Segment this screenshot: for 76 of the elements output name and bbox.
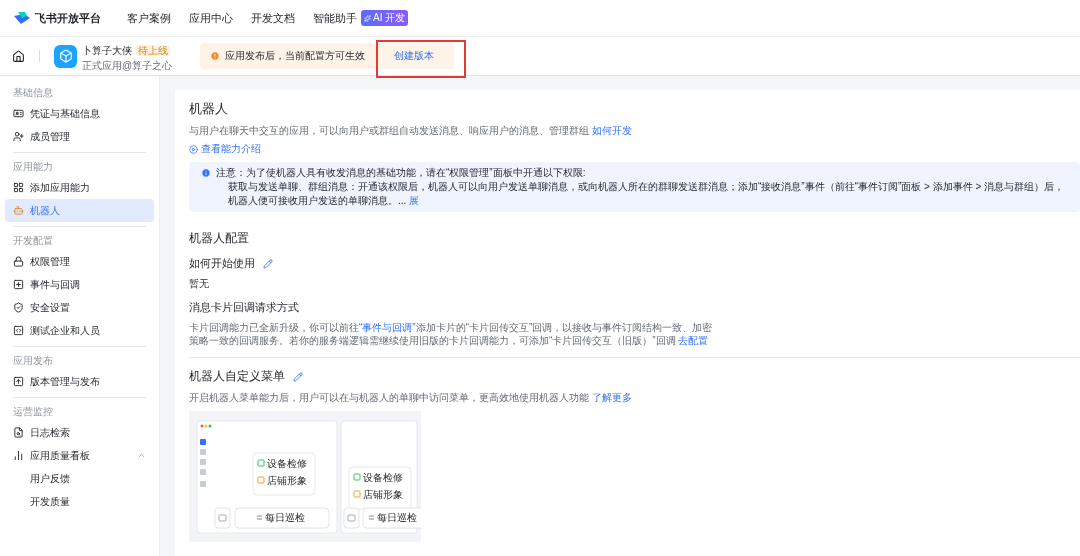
file-search-icon [13,427,24,438]
brand-name: 飞书开放平台 [35,10,101,26]
learn-more-link[interactable]: 了解更多 [591,392,632,403]
logo-icon [14,12,30,24]
sidebar-item[interactable]: 权限管理 [5,250,154,273]
how-to-develop-link[interactable]: 如何开发 [591,125,632,136]
nav-link[interactable]: 开发文档 [251,10,295,26]
intro-link[interactable]: 查看能力介绍 [189,142,1080,156]
home-button[interactable] [12,49,25,63]
sidebar-item[interactable]: 应用质量看板 [5,444,154,467]
ai-badge: AI 开发 [361,10,409,26]
group-title: 基础信息 [12,86,54,100]
sidebar-subitem[interactable]: 用户反馈 [5,467,154,490]
warning-icon [210,51,221,61]
nav-link[interactable]: 应用中心 [189,10,233,26]
edit-icon[interactable] [263,259,273,269]
usage-value: 暂无 [189,277,210,291]
status-badge: 待上线 [136,44,170,56]
upload-icon [13,376,24,387]
group-title: 应用能力 [12,160,54,174]
group-title: 开发配置 [12,234,54,248]
menu-item-label: 设备检修 [267,458,307,469]
menu-lines-icon [256,515,263,520]
id-card-icon [13,108,24,119]
nav-link[interactable]: 客户案例 [127,10,171,26]
sidebar-item[interactable]: 测试企业和人员 [5,319,154,342]
input-label: 每日巡检 [377,512,417,523]
configure-link[interactable]: 去配置 [678,335,709,346]
events-link[interactable]: “事件与回调” [359,322,416,333]
chevron-up-icon[interactable] [137,451,146,460]
group-title: 运营监控 [12,405,54,419]
create-version-button[interactable]: 创建版本 [384,49,445,63]
code-icon [13,325,24,336]
sidebar-item[interactable]: 安全设置 [5,296,154,319]
callback-description: 卡片回调能力已全新升级，你可以前往“事件与回调”添加卡片的“卡片回传交互”回调，以接收与事件订阅结构一致、加密策略一致的回调服务。若你的服务端逻辑需继续使用旧版的卡片回调能力，可添加“卡片回传交互（旧版）”回调 去配置 [189,321,714,347]
subsection-title: 消息卡片回调请求方式 [189,301,299,315]
page-description: 与用户在聊天中交互的应用，可以向用户或群组自动发送消息、响应用户的消息、管理群组 如何开发 [189,124,633,138]
user-plus-icon [13,131,24,142]
expand-link[interactable]: 展 [409,195,420,206]
menu-item-label: 设备检修 [363,472,403,483]
bar-chart-icon [13,450,24,461]
shield-check-icon [13,302,24,313]
edit-icon[interactable] [293,371,303,382]
grid-icon [13,182,24,193]
menu-lines-icon [368,515,375,520]
play-icon [189,144,198,154]
app-subtitle: 正式应用@算子之心 [82,58,173,73]
menu-item-label: 店铺形象 [363,489,403,500]
app-icon [54,44,77,68]
app-name: 卜算子大侠 [82,44,132,56]
sidebar-item[interactable]: 事件与回调 [5,273,154,296]
info-icon [201,168,211,178]
menu-description: 开启机器人菜单能力后，用户可以在与机器人的单聊中访问菜单，更高效地使用机器人功能 了解更多 [189,391,633,405]
group-title: 应用发布 [12,354,54,368]
input-label: 每日巡检 [265,512,305,523]
window-dots-icon [200,424,212,428]
note-detail: 获取与发送单聊、群组消息：开通该权限后，机器人可以向用户发送单聊消息，或向机器人所在的群聊发送群消息；添加“接收消息”事件（前往“事件订阅”面板 > 添加事件 > 消息与群组）后，机器人便可接收用户发送的单聊消息。... 展 [227,180,1066,208]
notice-text: 应用发布后，当前配置方可生效 [225,49,366,63]
lock-icon [13,256,24,267]
sidebar-drawing [200,439,206,487]
popup-menu [252,452,316,496]
sidebar-item[interactable]: 日志检索 [5,421,154,444]
subsection-title: 如何开始使用 [189,257,255,271]
square-plus-icon [13,279,24,290]
section-title: 机器人配置 [189,230,250,247]
section-title: 机器人自定义菜单 [189,368,285,385]
sidebar-item[interactable]: 凭证与基础信息 [5,102,154,125]
sidebar-subitem[interactable]: 开发质量 [5,490,154,513]
note-text: 注意：为了使机器人具有收发消息的基础功能，请在“权限管理”面板中开通以下权限: [216,166,587,180]
menu-item-label: 店铺形象 [267,475,307,486]
page-title: 机器人 [189,100,229,118]
sidebar-item[interactable]: 成员管理 [5,125,154,148]
sidebar-item[interactable]: 添加应用能力 [5,176,154,199]
sidebar-item[interactable]: 版本管理与发布 [5,370,154,393]
sidebar-item[interactable]: 机器人 [5,199,154,222]
nav-link[interactable]: 智能助手 [313,10,357,26]
